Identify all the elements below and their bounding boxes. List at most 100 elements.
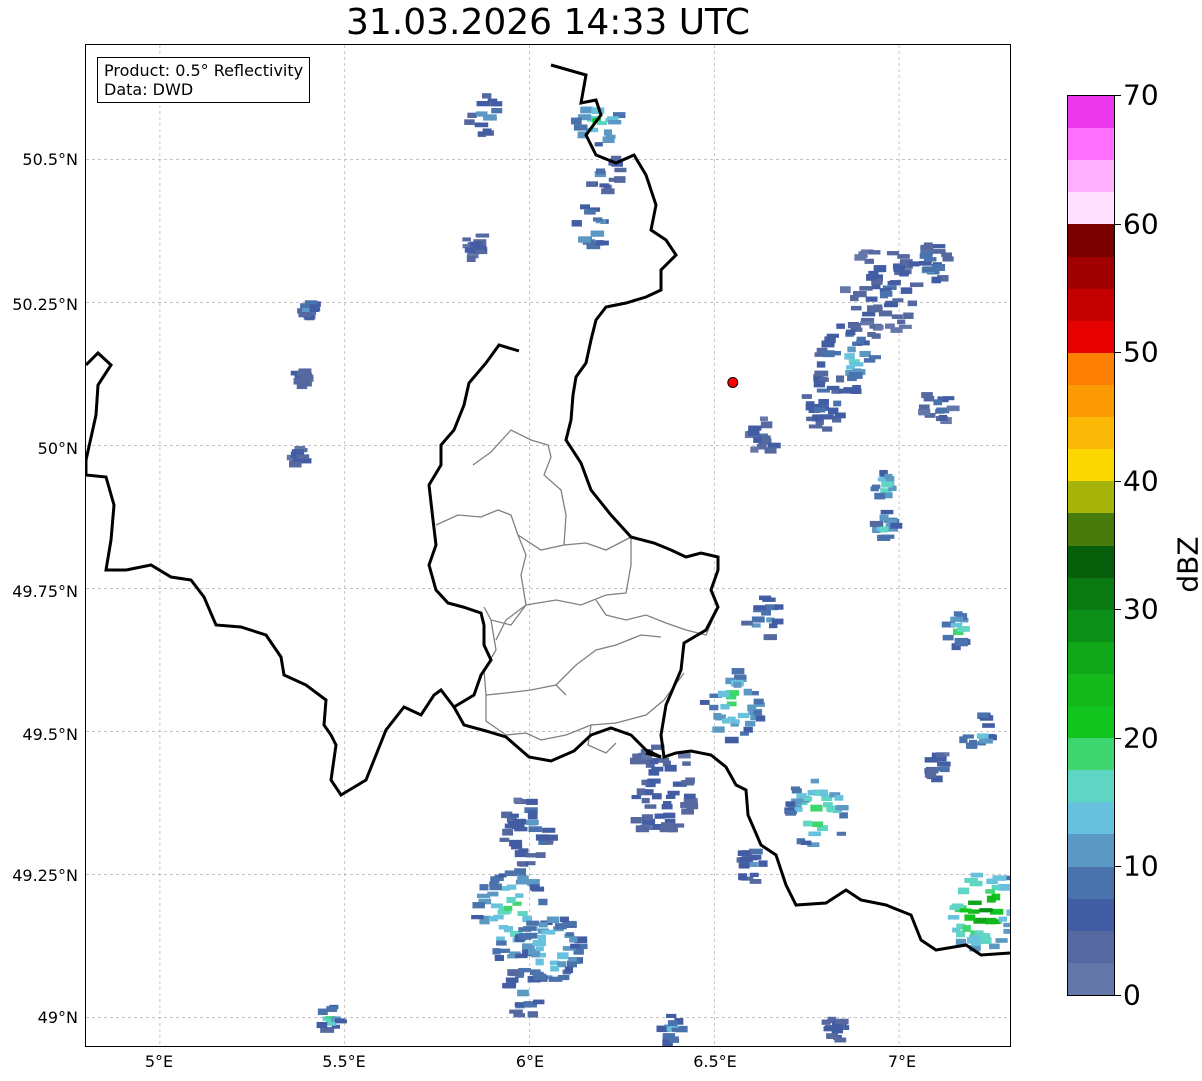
colorbar-segment	[1068, 545, 1114, 579]
echo-cell	[771, 618, 784, 625]
echo-cell	[515, 893, 524, 898]
echo-cell	[667, 1020, 678, 1026]
echo-cell	[814, 370, 829, 377]
colorbar-segment	[1068, 128, 1114, 161]
echo-cell	[869, 520, 884, 527]
echo-cell	[686, 803, 699, 810]
lat-tick-label: 49.5°N	[22, 725, 78, 744]
echo-cell	[506, 884, 517, 890]
echo-cell	[942, 256, 954, 262]
echo-cell	[874, 492, 886, 500]
echo-cell	[964, 914, 976, 921]
echo-cell	[602, 136, 615, 144]
product-label: Product: 0.5° Reflectivity	[104, 61, 304, 80]
echo-cell	[970, 872, 984, 878]
echo-cell	[594, 142, 603, 147]
echo-cell	[737, 850, 750, 857]
echo-cell	[882, 290, 893, 297]
echo-cell	[488, 916, 498, 922]
echo-cell	[491, 108, 503, 114]
echo-cell	[751, 623, 761, 628]
echo-cell	[918, 404, 930, 410]
echo-cell	[535, 946, 544, 952]
echo-cell	[466, 255, 476, 262]
echo-cell	[506, 896, 516, 904]
echo-cell	[946, 405, 960, 412]
colorbar-segment	[1068, 96, 1114, 129]
echo-cell	[982, 723, 995, 728]
colorbar-tick-label: 20	[1123, 721, 1159, 755]
echo-cell	[743, 726, 753, 733]
echo-cell	[638, 758, 650, 765]
radar-site-marker[interactable]	[727, 376, 739, 388]
regional-border	[435, 509, 632, 551]
echo-cell	[482, 93, 492, 99]
echo-cell	[849, 362, 864, 367]
echo-cell	[298, 311, 312, 318]
echo-cell	[475, 233, 490, 238]
echo-cell	[868, 270, 879, 277]
echo-cell	[805, 401, 815, 407]
echo-cell	[518, 848, 529, 854]
echo-cell	[733, 682, 742, 688]
map-title: 31.03.2026 14:33 UTC	[345, 2, 751, 43]
lat-tick-label: 50°N	[37, 439, 78, 458]
echo-cell	[824, 1025, 834, 1030]
border-belgium-germany	[550, 63, 1010, 957]
echo-cell	[763, 634, 777, 641]
echo-cell	[947, 915, 960, 920]
echo-cell	[977, 712, 989, 719]
echo-cell	[816, 361, 826, 368]
colorbar-segment	[1068, 609, 1114, 643]
echo-cell	[467, 112, 477, 119]
echo-cell	[836, 323, 845, 329]
radar-echo	[699, 668, 766, 744]
echo-cell	[865, 296, 878, 302]
regional-border	[472, 429, 567, 546]
echo-cell	[822, 426, 833, 432]
echo-cell	[753, 436, 762, 443]
echo-cell	[848, 322, 861, 329]
echo-cell	[847, 346, 856, 353]
echo-cell	[296, 454, 310, 460]
echo-cell	[526, 819, 539, 826]
echo-cell	[812, 414, 823, 422]
echo-cell	[647, 778, 661, 784]
colorbar-tick-label: 60	[1123, 207, 1159, 241]
echo-cell	[986, 919, 1000, 925]
echo-cell	[903, 312, 914, 319]
echo-cell	[464, 119, 475, 125]
colorbar-tick	[1115, 95, 1121, 96]
echo-cell	[664, 764, 677, 772]
echo-cell	[595, 240, 609, 246]
echo-cell	[502, 828, 514, 836]
colorbar-segment	[1068, 417, 1114, 450]
echo-cell	[760, 421, 773, 429]
colorbar-tick-label: 30	[1123, 592, 1159, 626]
colorbar-segment	[1068, 962, 1114, 995]
echo-cell	[758, 860, 768, 867]
echo-cell	[871, 484, 881, 489]
echo-cell	[316, 1021, 328, 1029]
lat-tick-label: 49.25°N	[12, 866, 78, 885]
echo-cell	[908, 261, 920, 267]
echo-cell	[862, 311, 876, 317]
echo-cell	[528, 826, 542, 833]
echo-cell	[808, 831, 822, 837]
echo-cell	[966, 937, 976, 944]
echo-cell	[883, 303, 896, 308]
echo-cell	[957, 626, 970, 632]
echo-cell	[836, 831, 846, 836]
echo-cell	[835, 375, 845, 383]
colorbar-tick-label: 10	[1123, 849, 1159, 883]
echo-cell	[527, 1011, 539, 1018]
echo-cell	[827, 407, 839, 415]
echo-cell	[826, 385, 840, 391]
radar-echo	[918, 392, 960, 425]
echo-cell	[546, 916, 560, 923]
echo-cell	[932, 249, 946, 254]
echo-cell	[636, 788, 646, 796]
radar-map[interactable]	[85, 44, 1011, 1047]
echo-cell	[487, 98, 498, 104]
colorbar-segment	[1068, 384, 1114, 418]
